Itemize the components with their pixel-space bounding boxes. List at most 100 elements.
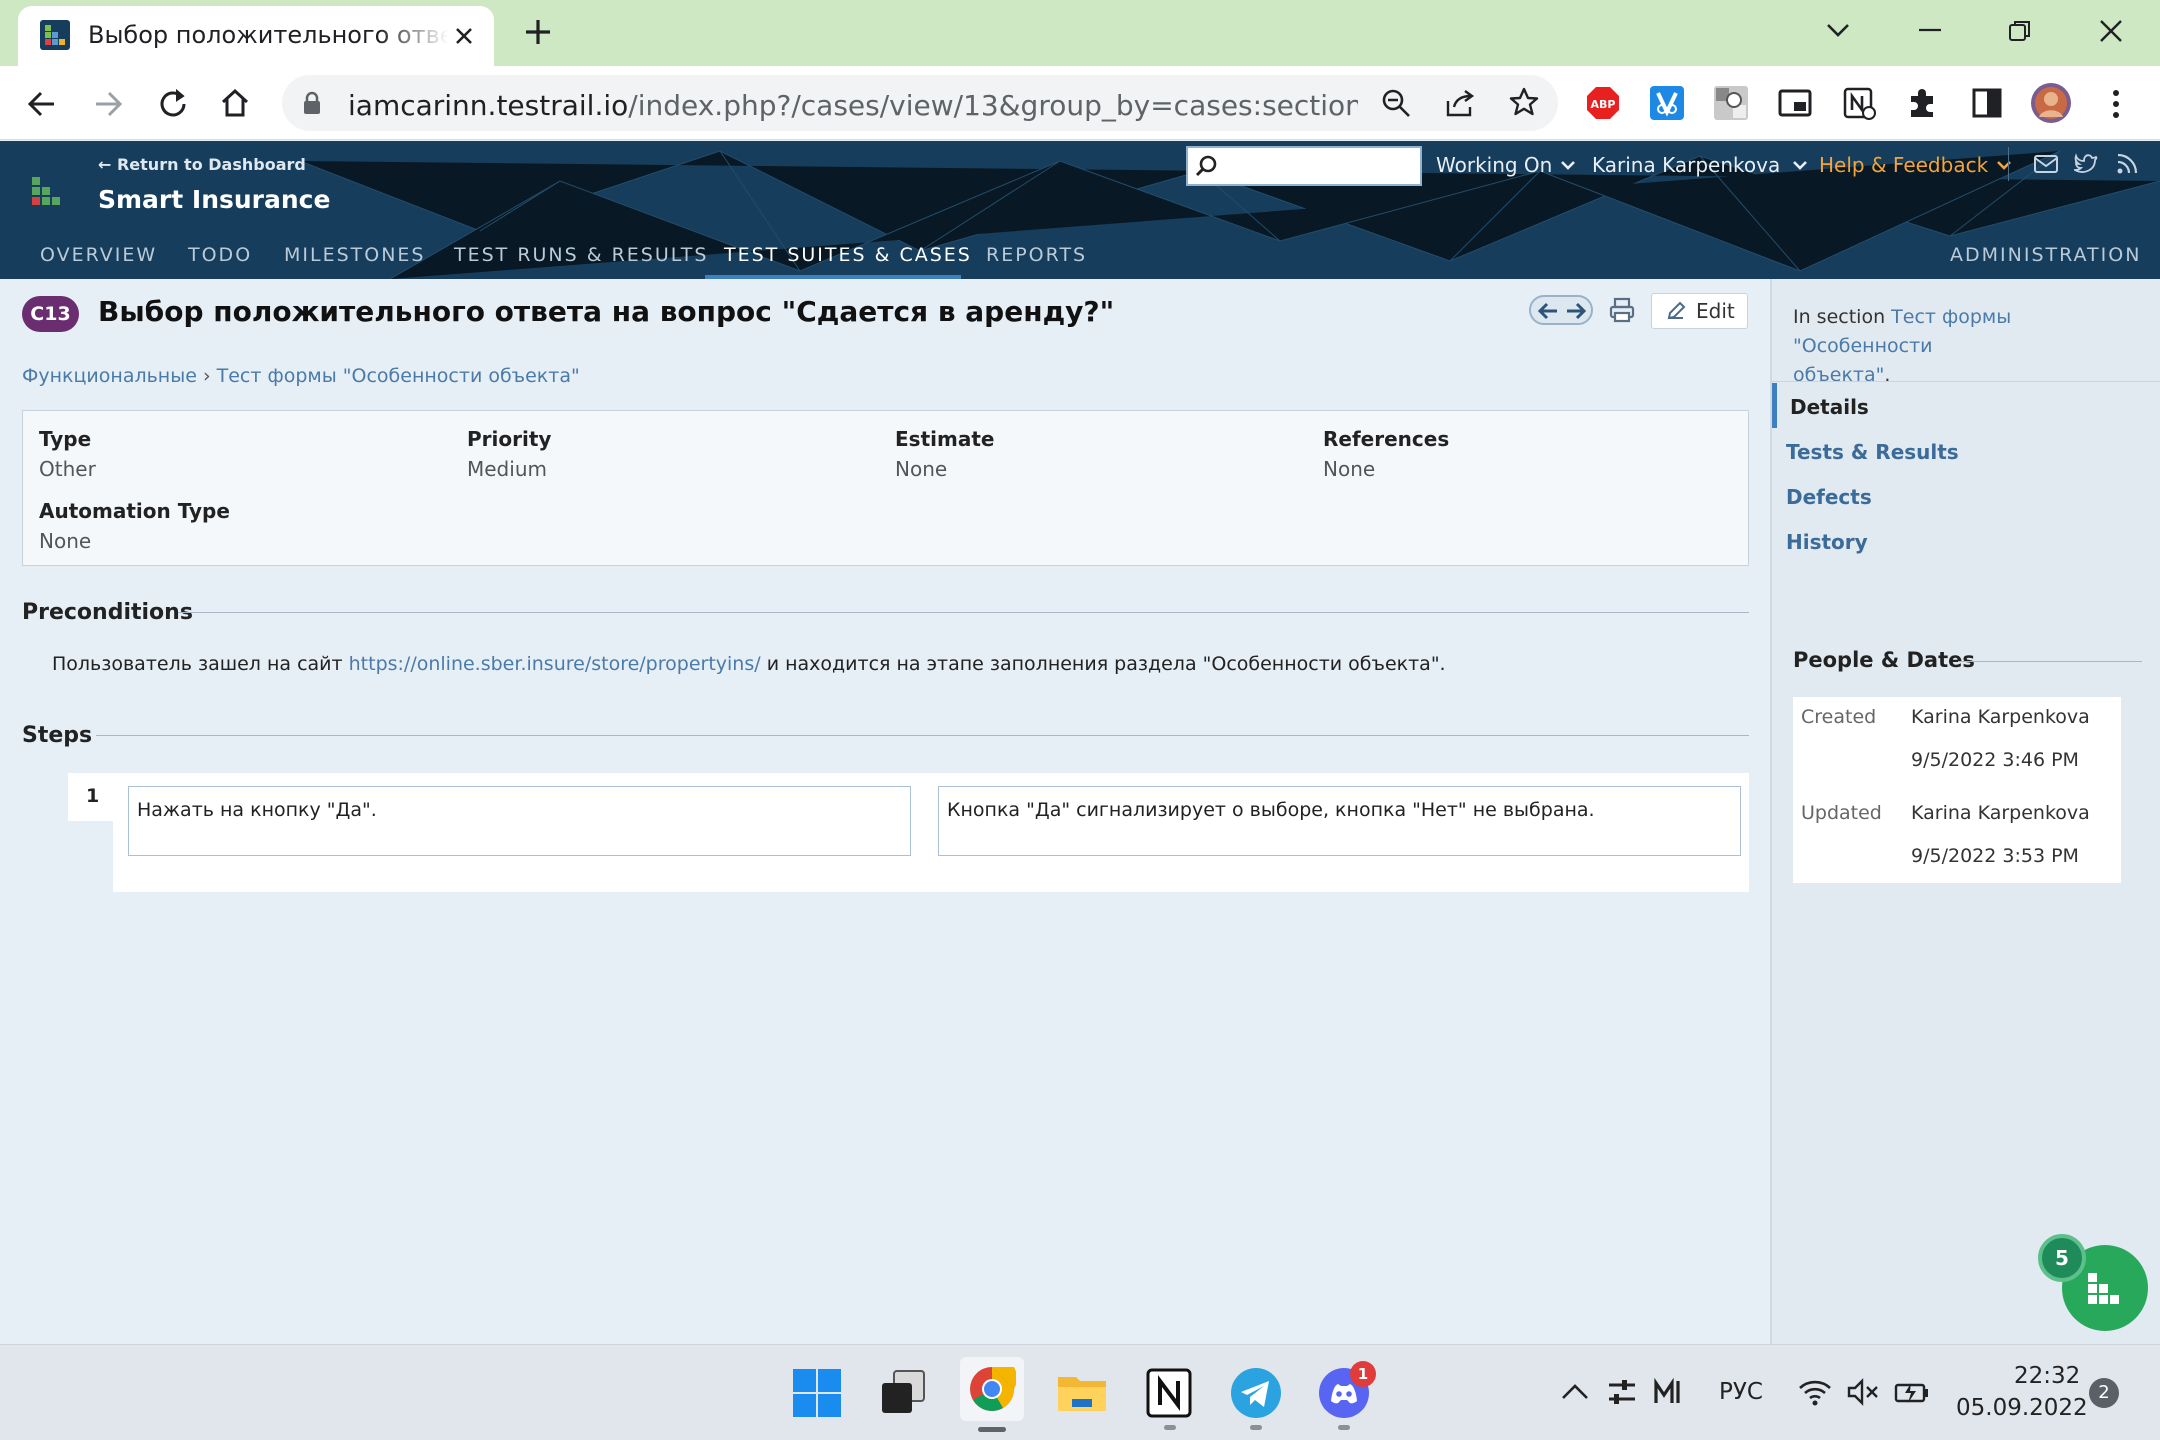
notion-extension-icon[interactable] — [1842, 86, 1876, 120]
user-name: Karina Karpenkova — [1592, 153, 1781, 177]
address-bar[interactable]: iamcarinn.testrail.io/index.php?/cases/v… — [282, 75, 1558, 131]
telegram-taskbar-icon[interactable] — [1228, 1365, 1284, 1430]
task-view-icon[interactable] — [876, 1365, 932, 1421]
twitter-icon[interactable] — [2074, 153, 2098, 175]
testrail-logo-icon[interactable] — [30, 175, 64, 209]
edit-button-label: Edit — [1696, 299, 1735, 323]
working-on-menu[interactable]: Working On — [1436, 153, 1576, 177]
previous-case-icon[interactable] — [1537, 301, 1559, 321]
home-icon[interactable] — [218, 86, 252, 120]
help-feedback-menu[interactable]: Help & Feedback — [1819, 153, 2012, 177]
next-case-icon[interactable] — [1565, 301, 1587, 321]
section-divider — [178, 612, 1749, 613]
browser-tab[interactable]: Выбор положительного ответа на вопрос "С… — [18, 6, 494, 68]
file-explorer-icon[interactable] — [1054, 1365, 1110, 1421]
rss-icon[interactable] — [2116, 153, 2138, 175]
input-language[interactable]: РУС — [1719, 1379, 1763, 1405]
extension-icon[interactable] — [1714, 86, 1748, 120]
case-title: Выбор положительного ответа на вопрос "С… — [98, 295, 1115, 328]
tab-milestones[interactable]: MILESTONES — [284, 244, 426, 266]
project-title[interactable]: Smart Insurance — [98, 185, 330, 214]
prev-next-case-buttons — [1529, 295, 1593, 325]
tab-administration[interactable]: ADMINISTRATION — [1950, 244, 2141, 266]
extensions-puzzle-icon[interactable] — [1906, 86, 1940, 120]
case-sidebar: In section Тест формы "Особенности объект… — [1770, 279, 2160, 1344]
side-panel-icon[interactable] — [1970, 86, 2004, 120]
field-value: Other — [39, 457, 96, 481]
testrail-header: ← Return to Dashboard Smart Insurance Wo… — [0, 141, 2160, 279]
new-tab-icon[interactable] — [522, 16, 554, 48]
close-tab-icon[interactable] — [452, 24, 476, 48]
search-input[interactable] — [1186, 146, 1422, 186]
back-icon[interactable] — [26, 88, 58, 120]
in-section-link[interactable]: объекта" — [1793, 364, 1884, 386]
minimize-icon[interactable] — [1916, 18, 1944, 42]
tab-reports[interactable]: REPORTS — [986, 244, 1087, 266]
wifi-icon[interactable] — [1798, 1377, 1832, 1407]
bookmark-star-icon[interactable] — [1508, 86, 1540, 118]
sidebar-link-tests-results[interactable]: Tests & Results — [1786, 440, 1959, 464]
case-main-content: C13 Выбор положительного ответа на вопро… — [0, 279, 1770, 1344]
settings-sliders-icon[interactable] — [1606, 1377, 1638, 1407]
print-icon[interactable] — [1608, 296, 1636, 324]
notion-taskbar-icon[interactable] — [1142, 1365, 1198, 1430]
chevron-down-icon — [1793, 161, 1808, 170]
preconditions-text: Пользователь зашел на сайт https://onlin… — [52, 653, 1446, 675]
adblock-extension-icon[interactable]: ABP — [1586, 86, 1620, 120]
user-menu[interactable]: Karina Karpenkova — [1592, 153, 1808, 177]
sidebar-link-details[interactable]: Details — [1790, 395, 1869, 419]
preconditions-url-link[interactable]: https://online.sber.insure/store/propert… — [349, 653, 761, 675]
discord-taskbar-icon[interactable]: 1 — [1316, 1361, 1376, 1430]
show-hidden-icons-chevron-icon[interactable] — [1560, 1380, 1590, 1404]
profile-avatar[interactable] — [2030, 82, 2072, 124]
header-divider — [2008, 147, 2009, 181]
url-path: /index.php?/cases/view/13&group_by=cases… — [628, 89, 1358, 122]
tab-overview[interactable]: OVERVIEW — [40, 244, 157, 266]
breadcrumb-separator: › — [202, 365, 211, 387]
breadcrumb-section-link[interactable]: Функциональные — [22, 365, 197, 387]
breadcrumb-subsection-link[interactable]: Тест формы "Особенности объекта" — [217, 365, 580, 387]
reload-icon[interactable] — [156, 87, 190, 121]
tab-test-runs-results[interactable]: TEST RUNS & RESULTS — [454, 244, 708, 266]
url-text: iamcarinn.testrail.io/index.php?/cases/v… — [348, 89, 1358, 122]
zoom-icon[interactable] — [1380, 87, 1412, 119]
tab-search-chevron-icon[interactable] — [1824, 18, 1852, 42]
in-section-text: In section Тест формы "Особенности объект… — [1793, 303, 2143, 390]
close-window-icon[interactable] — [2098, 18, 2124, 44]
share-icon[interactable] — [1444, 87, 1476, 119]
people-dates-panel: Created Karina Karpenkova 9/5/2022 3:46 … — [1793, 697, 2121, 883]
field-label: Estimate — [895, 427, 995, 451]
tray-app-icon[interactable] — [1652, 1377, 1686, 1407]
return-to-dashboard-link[interactable]: ← Return to Dashboard — [98, 155, 306, 174]
edit-button[interactable]: Edit — [1651, 293, 1748, 329]
lock-icon[interactable] — [302, 91, 322, 115]
volume-muted-icon[interactable] — [1846, 1377, 1880, 1407]
working-on-label: Working On — [1436, 153, 1553, 177]
tab-todo[interactable]: TODO — [188, 244, 252, 266]
sidebar-link-history[interactable]: History — [1786, 530, 1868, 554]
forward-icon[interactable] — [92, 88, 124, 120]
clock-time[interactable]: 22:32 — [2014, 1363, 2080, 1389]
running-app-indicator — [1164, 1425, 1176, 1430]
running-app-indicator — [1250, 1425, 1262, 1430]
updated-at: 9/5/2022 3:53 PM — [1911, 845, 2079, 867]
windows-start-icon[interactable] — [789, 1365, 845, 1421]
restore-icon[interactable] — [2007, 18, 2033, 44]
chrome-taskbar-app[interactable] — [960, 1357, 1024, 1432]
sidebar-link-defects[interactable]: Defects — [1786, 485, 1872, 509]
notification-count-badge[interactable]: 5 — [2038, 1234, 2086, 1282]
battery-charging-icon[interactable] — [1894, 1377, 1930, 1407]
field-references: References None — [1323, 427, 1449, 481]
mail-icon[interactable] — [2034, 154, 2058, 174]
clock-date[interactable]: 05.09.2022 — [1956, 1395, 2088, 1421]
step-action: Нажать на кнопку "Да". — [128, 786, 911, 856]
created-at: 9/5/2022 3:46 PM — [1911, 749, 2079, 771]
notification-center-badge[interactable]: 2 — [2089, 1378, 2119, 1408]
chrome-menu-icon[interactable] — [2110, 88, 2122, 120]
active-link-indicator — [1772, 383, 1777, 428]
running-app-indicator — [1338, 1425, 1350, 1430]
section-divider — [1958, 661, 2142, 662]
extension-icon[interactable] — [1650, 86, 1684, 120]
tab-test-suites-cases[interactable]: TEST SUITES & CASES — [724, 244, 972, 266]
picture-in-picture-icon[interactable] — [1778, 88, 1812, 118]
